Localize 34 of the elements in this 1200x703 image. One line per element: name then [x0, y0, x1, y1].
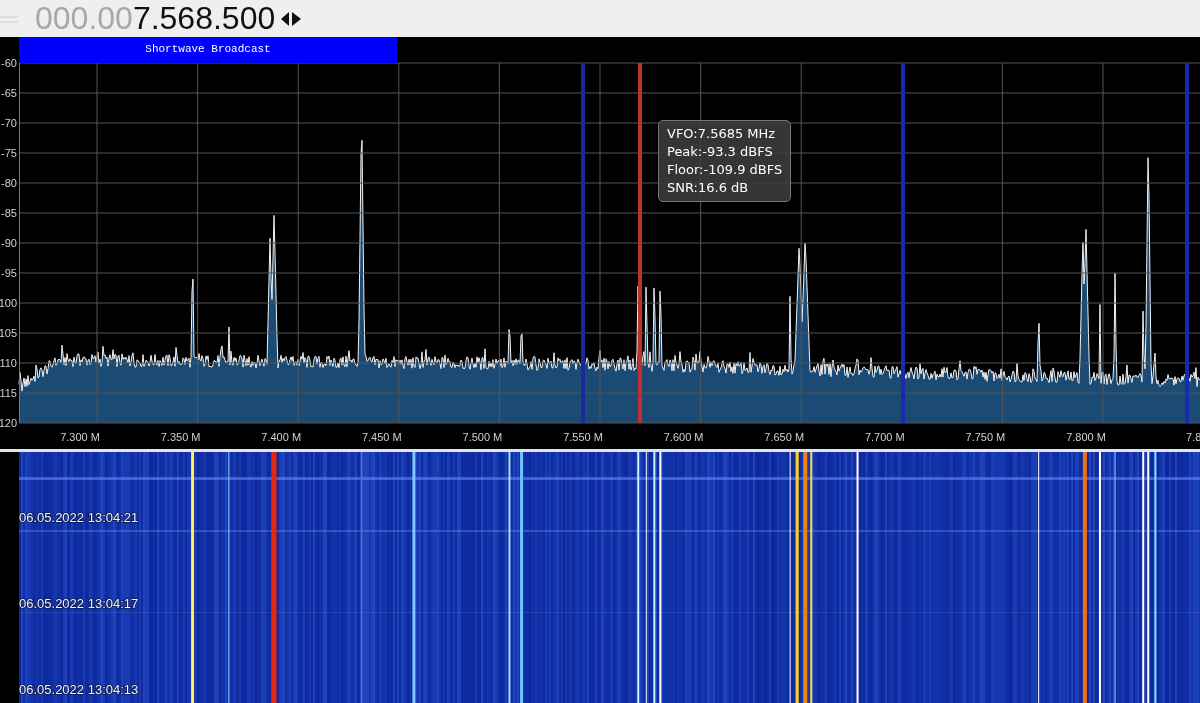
y-axis-label: 115 — [0, 387, 17, 399]
x-axis-label: 7.800 M — [1066, 431, 1106, 443]
x-axis-label: 7.300 M — [60, 431, 100, 443]
x-axis-label: 7.650 M — [764, 431, 805, 443]
x-axis-label: 7.600 M — [663, 431, 704, 443]
timestamp-label: 06.05.2022 13:04:13 — [19, 682, 139, 697]
tooltip-line: VFO:7.5685 MHz — [667, 125, 777, 143]
timestamp-label: 06.05.2022 13:04:21 — [19, 510, 139, 525]
y-axis-label: 110 — [0, 357, 17, 369]
tooltip-line: Floor:-109.9 dBFS — [667, 161, 783, 179]
y-axis-label: -70 — [1, 117, 17, 129]
tooltip-line: SNR:16.6 dB — [667, 179, 750, 197]
x-axis-label: 7.8 — [1186, 431, 1200, 443]
y-axis-label: 100 — [0, 297, 17, 309]
timestamp-label: 06.05.2022 13:04:17 — [19, 596, 139, 611]
x-axis-label: 7.700 M — [864, 431, 905, 443]
y-axis-label: -90 — [1, 237, 17, 249]
y-axis-label: -60 — [1, 57, 17, 69]
x-axis-label: 7.350 M — [160, 431, 201, 443]
tooltip-line: Peak:-93.3 dBFS — [667, 143, 774, 161]
x-axis-label: 7.400 M — [261, 431, 302, 443]
x-axis-label: 7.750 M — [965, 431, 1006, 443]
y-axis-label: -95 — [1, 267, 17, 279]
left-right-arrow-icon[interactable] — [281, 11, 302, 26]
y-axis-label: 120 — [0, 417, 17, 429]
y-axis-label: -80 — [1, 177, 17, 189]
band-label[interactable]: Shortwave Broadcast — [19, 37, 397, 63]
y-axis-label: -65 — [1, 87, 17, 99]
y-axis-label: -75 — [1, 147, 17, 159]
y-axis-label: 105 — [0, 327, 17, 339]
x-axis-label: 7.450 M — [361, 431, 402, 443]
x-axis-label: 7.550 M — [563, 431, 603, 443]
x-axis-label: 7.500 M — [462, 431, 503, 443]
y-axis-label: -85 — [1, 207, 17, 219]
